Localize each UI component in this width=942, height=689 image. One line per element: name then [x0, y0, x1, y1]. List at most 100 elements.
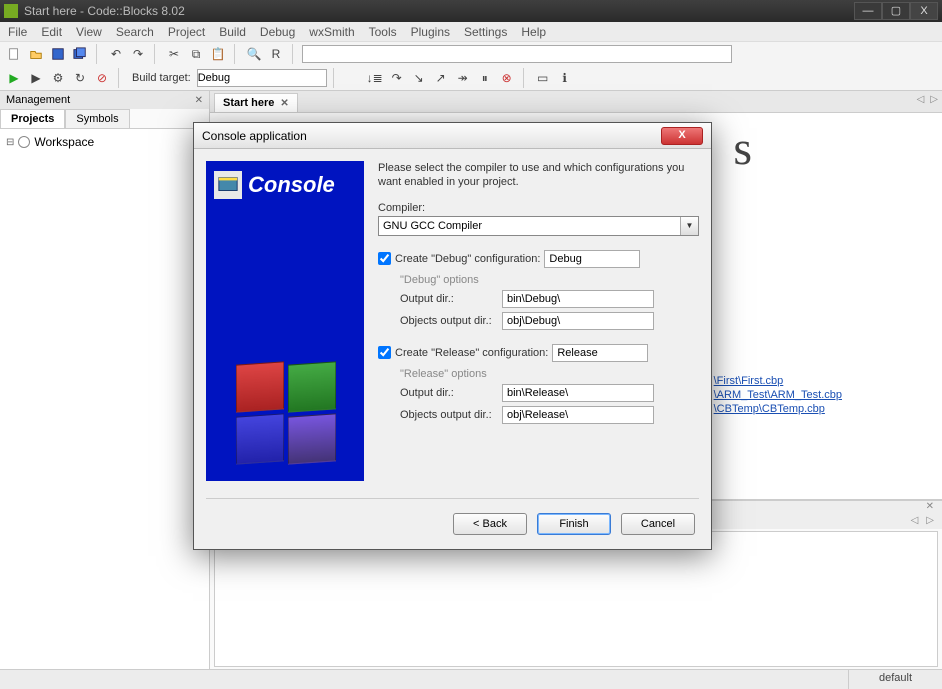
step-out-icon[interactable]: ↗ — [431, 68, 451, 88]
minimize-button[interactable]: — — [854, 2, 882, 20]
run-icon[interactable]: ▶ — [4, 68, 24, 88]
finish-button[interactable]: Finish — [537, 513, 611, 535]
release-output-dir-label: Output dir.: — [400, 387, 496, 399]
editor-tab-close-icon[interactable]: ✕ — [280, 98, 288, 109]
status-bar: default — [0, 669, 942, 689]
save-icon[interactable] — [48, 44, 68, 64]
debug-output-dir-input[interactable] — [502, 290, 654, 308]
release-name-input[interactable] — [552, 344, 648, 362]
debug-options-title: "Debug" options — [400, 274, 699, 286]
debug-obj-dir-input[interactable] — [502, 312, 654, 330]
recent-project-link[interactable]: \CBTemp\CBTemp.cbp — [714, 403, 842, 415]
window-titlebar: Start here - Code::Blocks 8.02 — ▢ X — [0, 0, 942, 22]
tree-expand-icon[interactable]: ⊟ — [6, 137, 14, 148]
save-all-icon[interactable] — [70, 44, 90, 64]
compiler-label: Compiler: — [378, 202, 699, 214]
create-debug-checkbox[interactable] — [378, 252, 391, 265]
new-file-icon[interactable] — [4, 44, 24, 64]
release-output-dir-input[interactable] — [502, 384, 654, 402]
dialog-sidebar: Console — [206, 161, 364, 481]
build-target-select[interactable] — [197, 69, 327, 87]
menu-bar: File Edit View Search Project Build Debu… — [0, 22, 942, 42]
release-obj-dir-input[interactable] — [502, 406, 654, 424]
redo-icon[interactable]: ↷ — [128, 44, 148, 64]
menu-wxsmith[interactable]: wxSmith — [309, 25, 354, 39]
menu-tools[interactable]: Tools — [369, 25, 397, 39]
tab-projects[interactable]: Projects — [0, 109, 65, 128]
window-list-icon[interactable]: ▭ — [533, 68, 553, 88]
dialog-intro: Please select the compiler to use and wh… — [378, 161, 699, 190]
maximize-button[interactable]: ▢ — [882, 2, 910, 20]
close-button[interactable]: X — [910, 2, 938, 20]
menu-debug[interactable]: Debug — [260, 25, 295, 39]
create-release-checkbox[interactable] — [378, 346, 391, 359]
window-title: Start here - Code::Blocks 8.02 — [24, 4, 185, 18]
tree-root[interactable]: ⊟ Workspace — [6, 135, 203, 149]
create-release-label: Create "Release" configuration: — [395, 347, 548, 359]
menu-plugins[interactable]: Plugins — [411, 25, 450, 39]
release-options-title: "Release" options — [400, 368, 699, 380]
menu-settings[interactable]: Settings — [464, 25, 507, 39]
console-icon — [214, 171, 242, 199]
find-icon[interactable]: 🔍 — [244, 44, 264, 64]
dialog-title: Console application — [202, 129, 307, 143]
management-close-icon[interactable]: ✕ — [195, 95, 203, 106]
status-right: default — [848, 670, 942, 689]
debug-name-input[interactable] — [544, 250, 640, 268]
debug-toolbar-icon[interactable]: ↓≣ — [365, 68, 385, 88]
tab-prev-icon[interactable]: ◁ — [917, 94, 925, 105]
debug-output-dir-label: Output dir.: — [400, 293, 496, 305]
step-over-icon[interactable]: ↷ — [387, 68, 407, 88]
menu-file[interactable]: File — [8, 25, 27, 39]
compiler-select[interactable] — [378, 216, 699, 236]
pause-icon[interactable]: ⏸ — [475, 68, 495, 88]
info-icon[interactable]: ℹ — [555, 68, 575, 88]
dropdown-arrow-icon[interactable]: ▼ — [680, 217, 698, 235]
output-next-icon[interactable]: ▷ — [926, 515, 934, 529]
start-page-logo: s — [733, 121, 752, 176]
menu-build[interactable]: Build — [219, 25, 246, 39]
step-into-icon[interactable]: ↘ — [409, 68, 429, 88]
menu-search[interactable]: Search — [116, 25, 154, 39]
stop-debug-icon[interactable]: ⊗ — [497, 68, 517, 88]
cut-icon[interactable]: ✂ — [164, 44, 184, 64]
open-icon[interactable] — [26, 44, 46, 64]
editor-tab-start-here[interactable]: Start here ✕ — [214, 93, 298, 112]
dialog-side-title: Console — [248, 172, 335, 198]
menu-edit[interactable]: Edit — [41, 25, 62, 39]
debug-step-icon[interactable]: ▶ — [26, 68, 46, 88]
back-button[interactable]: < Back — [453, 513, 527, 535]
dialog-close-button[interactable]: X — [661, 127, 703, 145]
tab-next-icon[interactable]: ▷ — [930, 94, 938, 105]
create-debug-label: Create "Debug" configuration: — [395, 253, 540, 265]
workspace-icon — [18, 136, 30, 148]
undo-icon[interactable]: ↶ — [106, 44, 126, 64]
tab-symbols[interactable]: Symbols — [65, 109, 129, 128]
workspace-label: Workspace — [34, 135, 94, 149]
wizard-dialog: Console application X Console Please sel… — [193, 122, 712, 550]
menu-view[interactable]: View — [76, 25, 102, 39]
quick-combo[interactable] — [302, 45, 732, 63]
app-icon — [4, 4, 18, 18]
paste-icon[interactable]: 📋 — [208, 44, 228, 64]
build-target-label: Build target: — [132, 72, 191, 84]
management-panel: Management ✕ Projects Symbols ⊟ Workspac… — [0, 91, 210, 669]
output-prev-icon[interactable]: ◁ — [911, 515, 919, 529]
copy-icon[interactable]: ⧉ — [186, 44, 206, 64]
stop-icon[interactable]: ⊘ — [92, 68, 112, 88]
continue-icon[interactable]: ↠ — [453, 68, 473, 88]
rebuild-icon[interactable]: ↻ — [70, 68, 90, 88]
release-obj-dir-label: Objects output dir.: — [400, 409, 496, 421]
menu-project[interactable]: Project — [168, 25, 205, 39]
management-title: Management — [6, 94, 70, 106]
cancel-button[interactable]: Cancel — [621, 513, 695, 535]
build-icon[interactable]: ⚙ — [48, 68, 68, 88]
replace-icon[interactable]: R — [266, 44, 286, 64]
recent-projects-list: \First\First.cbp \ARM_Test\ARM_Test.cbp … — [714, 373, 842, 417]
cubes-graphic — [230, 357, 340, 467]
recent-project-link[interactable]: \First\First.cbp — [714, 375, 842, 387]
recent-project-link[interactable]: \ARM_Test\ARM_Test.cbp — [714, 389, 842, 401]
output-close-icon[interactable]: ✕ — [926, 501, 934, 515]
toolbars: ↶ ↷ ✂ ⧉ 📋 🔍 R ▶ ▶ ⚙ ↻ ⊘ Build target: ↓≣… — [0, 42, 942, 91]
menu-help[interactable]: Help — [521, 25, 546, 39]
